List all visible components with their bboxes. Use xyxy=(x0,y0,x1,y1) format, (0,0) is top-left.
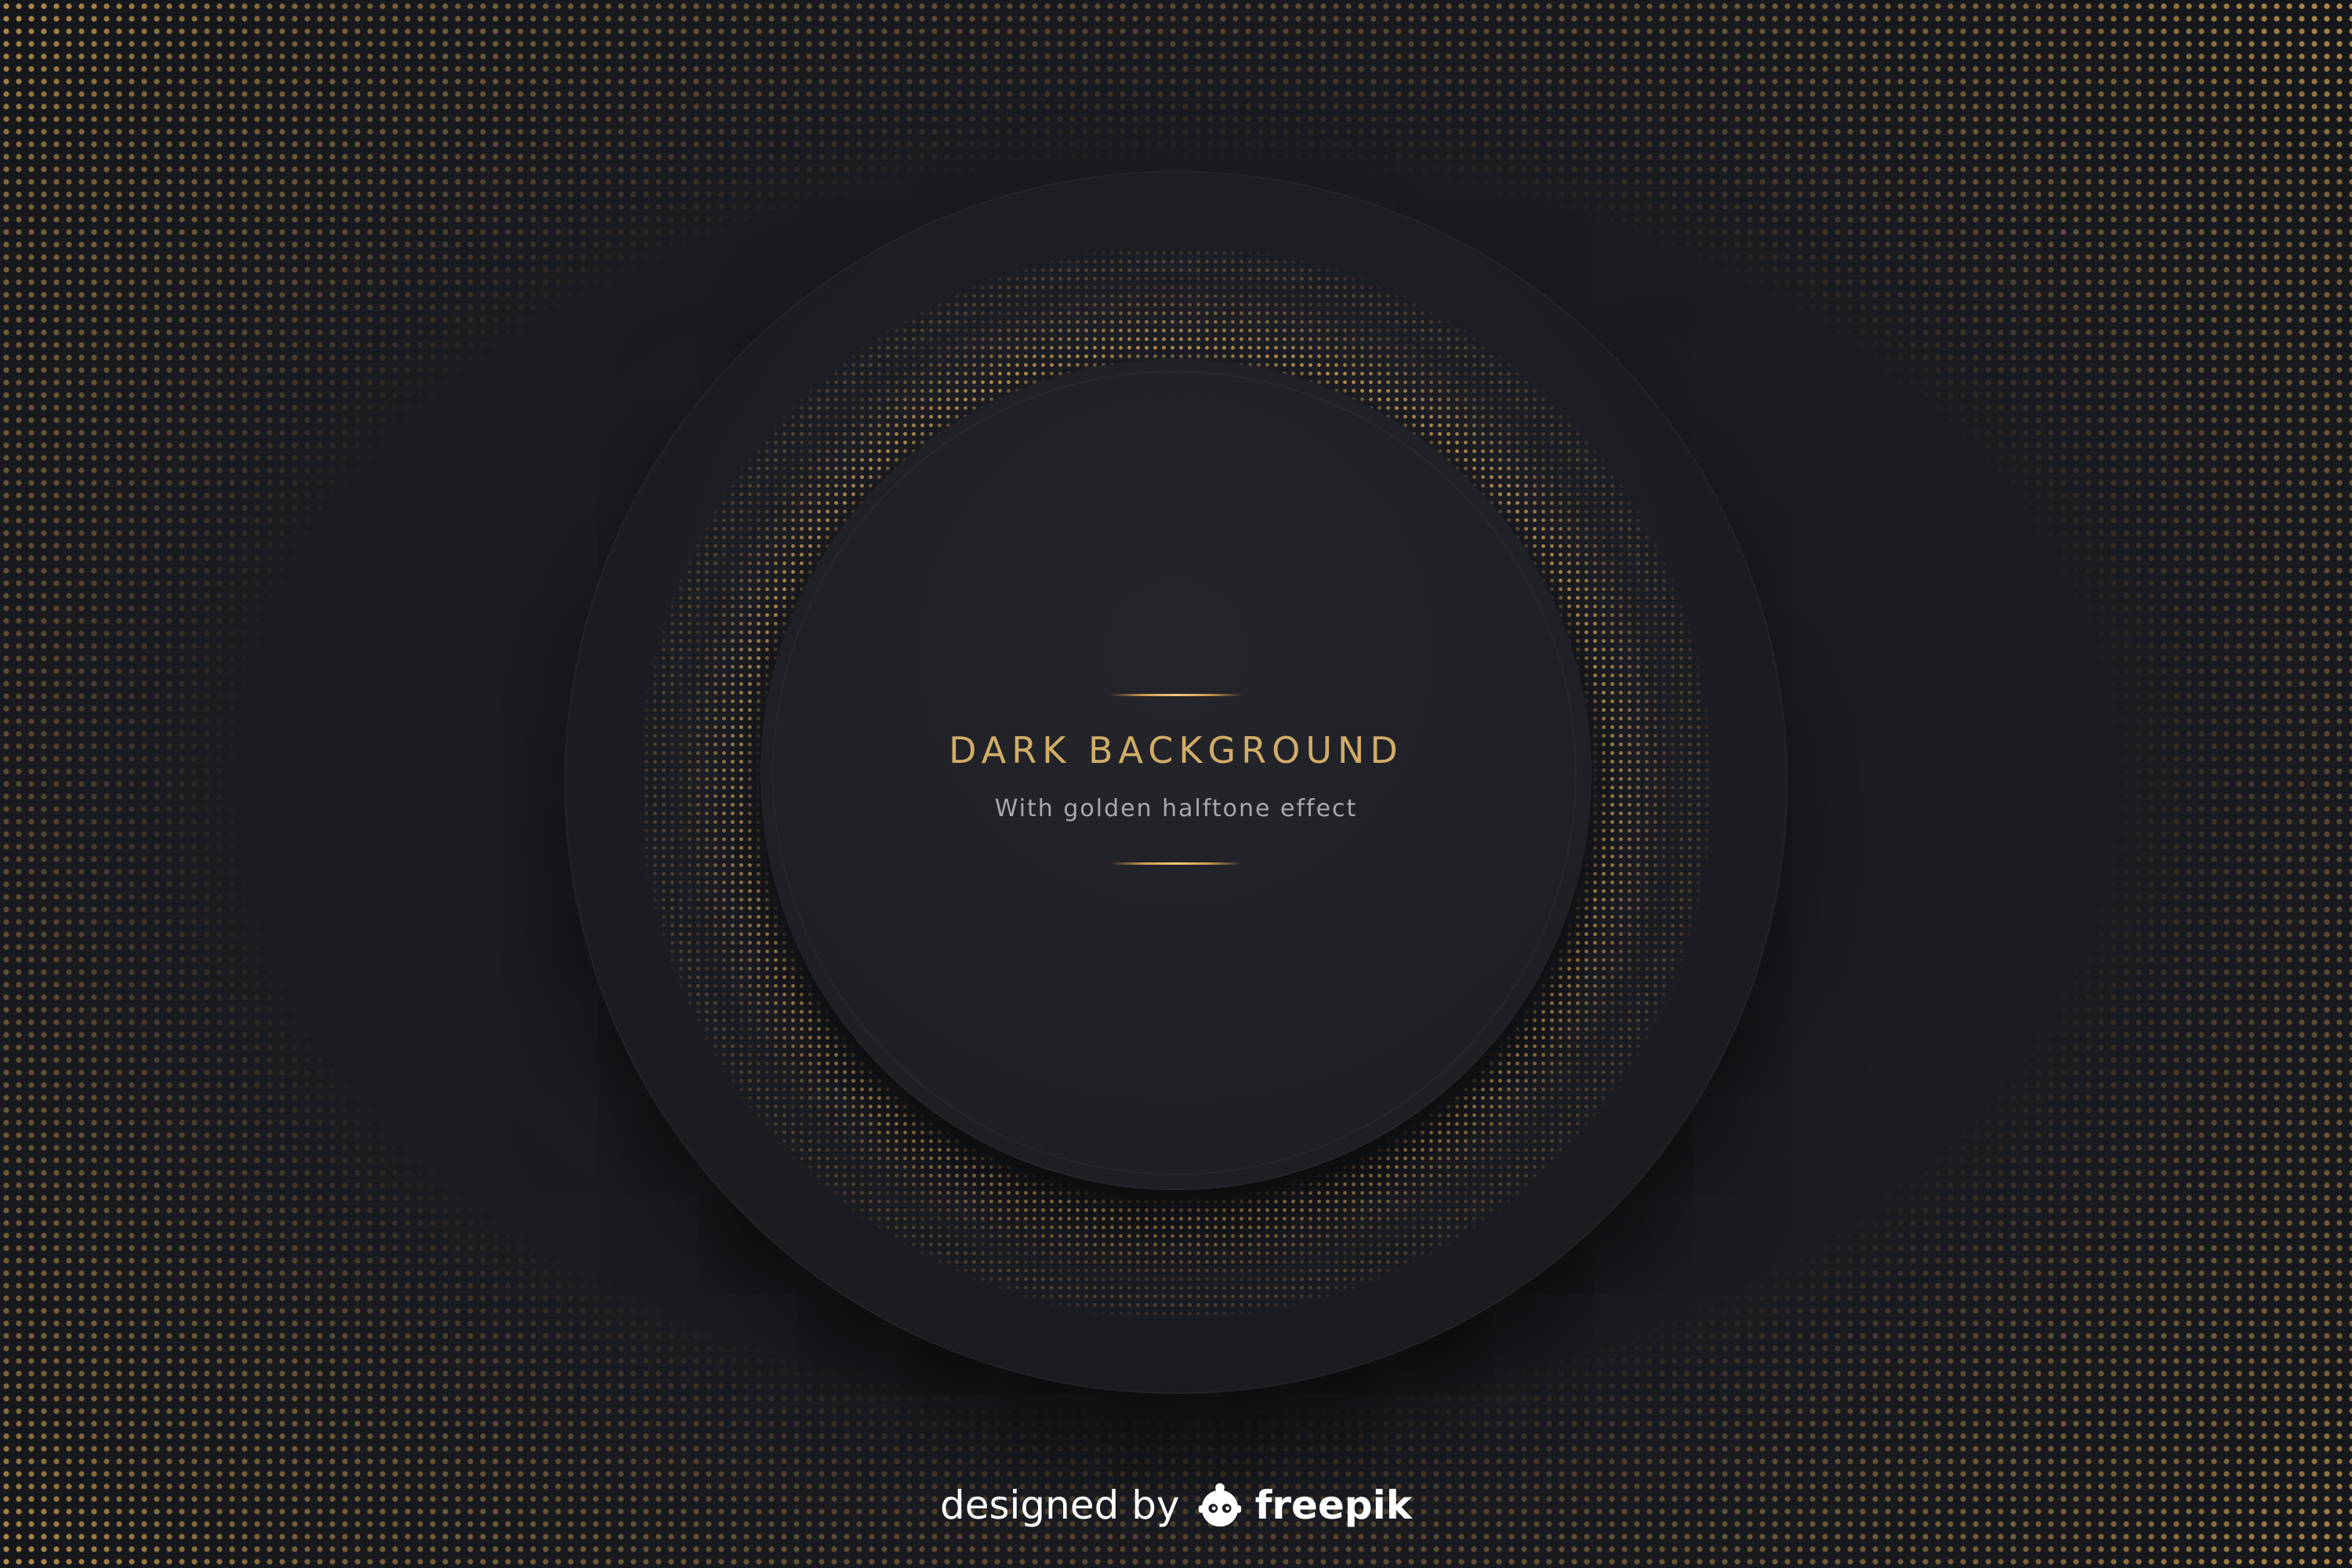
attribution-prefix: designed by xyxy=(939,1483,1180,1528)
headline: DARK BACKGROUND xyxy=(949,729,1403,771)
top-gold-divider xyxy=(1110,694,1242,696)
dark-background-graphic: DARK BACKGROUND With golden halftone eff… xyxy=(0,0,2352,1568)
inner-disc-rim xyxy=(772,371,1577,1175)
freepik-logo-icon xyxy=(1198,1483,1241,1527)
attribution-brand: freepik xyxy=(1254,1483,1412,1528)
bottom-gold-divider xyxy=(1110,862,1242,865)
subheadline: With golden halftone effect xyxy=(994,795,1358,822)
attribution: designed by freepik xyxy=(0,1474,2352,1537)
